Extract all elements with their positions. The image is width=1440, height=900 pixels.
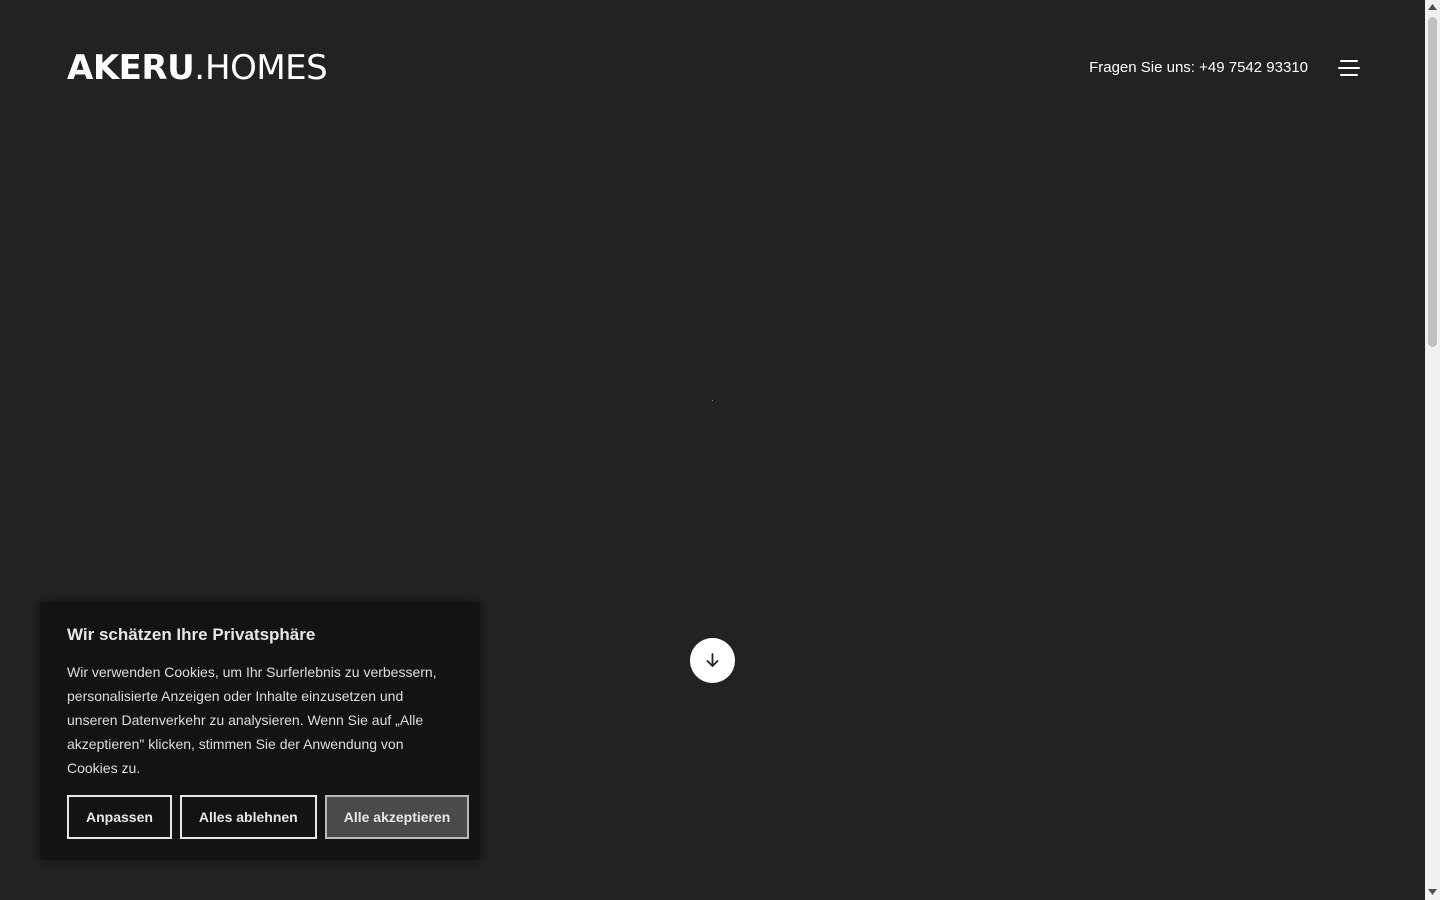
reject-all-button[interactable]: Alles ablehnen — [179, 795, 317, 839]
scroll-up-arrow-icon[interactable] — [1425, 0, 1440, 15]
cookie-banner-text: Wir verwenden Cookies, um Ihr Surferlebn… — [67, 664, 437, 776]
contact-phone-link[interactable]: Fragen Sie uns: +49 7542 93310 — [1089, 58, 1308, 78]
arrow-down-icon — [706, 653, 719, 667]
vertical-scrollbar[interactable] — [1425, 0, 1440, 900]
cookie-banner-title: Wir schätzen Ihre Privatsphäre — [67, 625, 316, 644]
logo-bold-text: AKERU — [67, 48, 195, 88]
menu-line — [1338, 67, 1360, 69]
logo-dot: . — [194, 48, 205, 88]
cookie-consent-banner: Wir schätzen Ihre Privatsphäre Wir verwe… — [40, 602, 480, 860]
customize-button[interactable]: Anpassen — [67, 795, 172, 839]
accept-all-button[interactable]: Alle akzeptieren — [324, 795, 470, 839]
scrollbar-thumb[interactable] — [1428, 17, 1437, 347]
site-logo[interactable]: AKERU.HOMES — [67, 48, 328, 88]
scroll-down-button[interactable] — [690, 638, 735, 683]
menu-line — [1340, 60, 1358, 62]
menu-line — [1340, 74, 1358, 76]
scroll-down-arrow-icon[interactable] — [1425, 885, 1440, 900]
logo-light-text: HOMES — [205, 48, 328, 88]
page: AKERU.HOMES Fragen Sie uns: +49 7542 933… — [0, 0, 1425, 900]
cookie-button-group: Anpassen Alles ablehnen Alle akzeptieren — [67, 795, 470, 839]
loading-indicator — [712, 400, 713, 401]
hamburger-menu-icon[interactable] — [1336, 56, 1362, 80]
